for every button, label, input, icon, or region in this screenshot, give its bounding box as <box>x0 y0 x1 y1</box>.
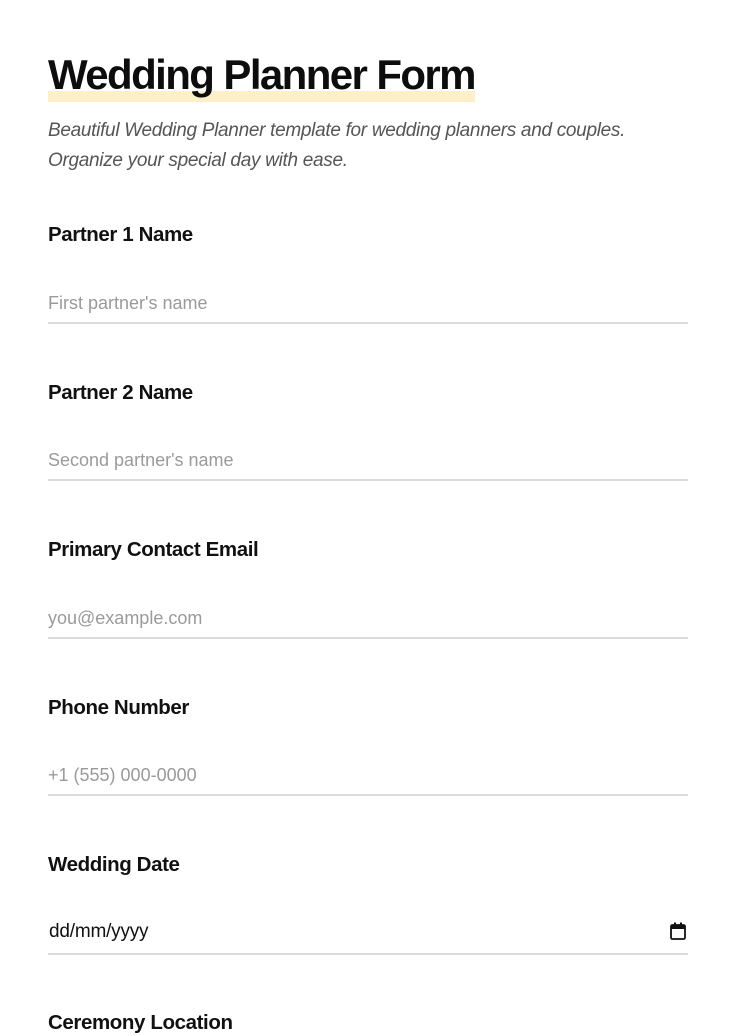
page-title: Wedding Planner Form <box>48 51 477 98</box>
field-email: Primary Contact Email <box>48 537 688 563</box>
phone-input[interactable] <box>48 756 688 796</box>
partner1-label: Partner 1 Name <box>48 223 193 246</box>
email-label: Primary Contact Email <box>48 538 259 561</box>
field-phone: Phone Number <box>48 695 688 721</box>
partner1-name-input[interactable] <box>48 284 688 324</box>
field-partner2: Partner 2 Name <box>48 380 688 406</box>
field-wedding-date: Wedding Date <box>48 852 688 878</box>
calendar-icon[interactable] <box>670 922 686 940</box>
field-partner1: Partner 1 Name <box>48 222 688 248</box>
partner2-name-input[interactable] <box>48 441 688 481</box>
page-subtitle: Beautiful Wedding Planner template for w… <box>48 120 626 171</box>
ceremony-location-label: Ceremony Location <box>48 1011 233 1034</box>
wedding-date-value: dd/mm/yyyy <box>49 921 149 942</box>
page-header: Wedding Planner Form <box>48 50 477 102</box>
email-field[interactable] <box>48 599 688 639</box>
field-ceremony-location: Ceremony Location <box>48 1010 688 1036</box>
wedding-date-input[interactable]: dd/mm/yyyy <box>48 912 688 955</box>
partner2-label: Partner 2 Name <box>48 381 193 404</box>
phone-label: Phone Number <box>48 696 189 719</box>
wedding-date-label: Wedding Date <box>48 853 180 876</box>
